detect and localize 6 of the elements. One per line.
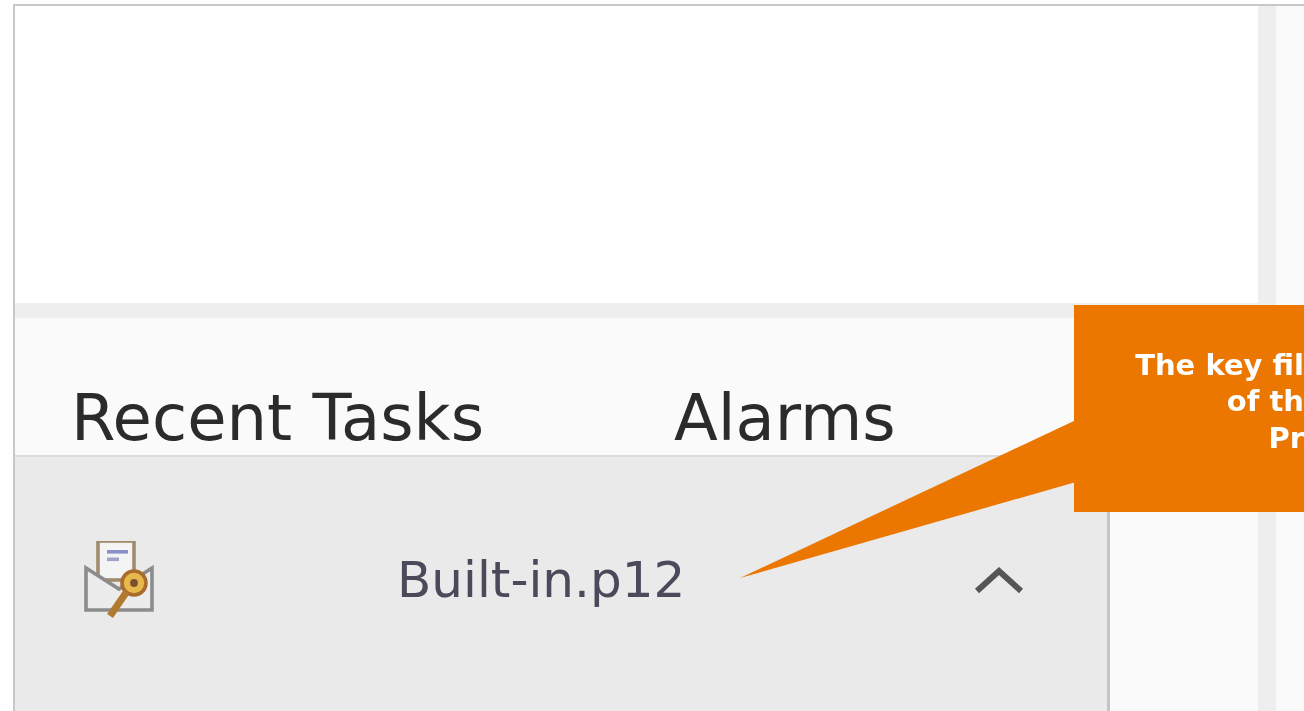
file-name[interactable]: Built-in.p12 [397, 551, 973, 609]
callout-text: The key fil of th Pr [1135, 347, 1304, 456]
panel-tab[interactable]: Recent Tasks [71, 386, 484, 450]
panel-tab[interactable]: Alarms [674, 386, 896, 450]
caret-up-icon[interactable] [973, 565, 1025, 595]
certificate-key-icon [83, 541, 155, 619]
